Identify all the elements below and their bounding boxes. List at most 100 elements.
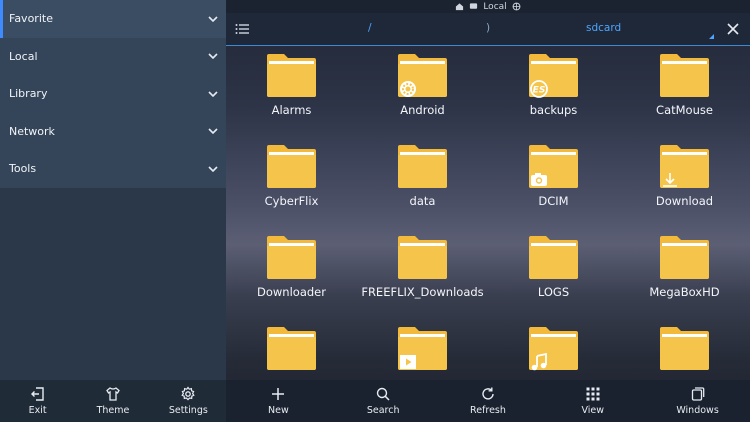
- folder-item[interactable]: FREEFLIX_Downloads: [357, 228, 488, 319]
- download-icon: [661, 171, 679, 189]
- sidebar-item-network[interactable]: Network: [0, 112, 226, 150]
- sidebar-item-label: Tools: [9, 162, 37, 176]
- view-label: View: [581, 405, 605, 416]
- search-label: Search: [366, 405, 400, 416]
- refresh-label: Refresh: [470, 405, 506, 416]
- theme-button[interactable]: Theme: [78, 386, 148, 416]
- settings-button[interactable]: Settings: [153, 386, 223, 416]
- folder-item[interactable]: Downloader: [226, 228, 357, 319]
- folder-item[interactable]: CyberFlix: [226, 137, 357, 228]
- windows-label: Windows: [676, 405, 719, 416]
- sidebar-item-label: Favorite: [9, 12, 53, 26]
- folder-item[interactable]: DCIM: [488, 137, 619, 228]
- plus-icon: [272, 388, 285, 400]
- folder-item[interactable]: Download: [619, 137, 750, 228]
- folder-item[interactable]: data: [357, 137, 488, 228]
- chevron-down-icon: [207, 163, 218, 174]
- gear-icon: [399, 80, 417, 98]
- folder-item[interactable]: Android: [357, 46, 488, 137]
- theme-label: Theme: [96, 405, 130, 416]
- path-segment-root[interactable]: /: [368, 22, 372, 34]
- sidebar-item-label: Network: [9, 124, 55, 138]
- folder-icon: ES: [528, 53, 579, 98]
- folder-icon: [397, 53, 448, 98]
- chat-icon: [470, 3, 478, 9]
- exit-button[interactable]: Exit: [3, 386, 73, 416]
- folder-name: backups: [529, 103, 578, 117]
- folder-name: CatMouse: [656, 103, 713, 117]
- folder-icon: [266, 53, 317, 98]
- folder-icon: [659, 235, 710, 280]
- es-logo-icon: ES: [530, 80, 548, 98]
- sidebar-item-label: Library: [9, 87, 48, 101]
- windows-button[interactable]: Windows: [648, 386, 748, 416]
- new-button[interactable]: New: [228, 386, 328, 416]
- folder-icon: [528, 235, 579, 280]
- sidebar-item-label: Local: [9, 49, 38, 63]
- settings-label: Settings: [168, 405, 208, 416]
- windows-icon: [691, 387, 704, 401]
- video-icon: [399, 353, 417, 371]
- chevron-down-icon: [207, 88, 218, 99]
- path-bar: / ) sdcard: [226, 13, 750, 46]
- new-label: New: [268, 405, 289, 416]
- folder-item[interactable]: MegaBoxHD: [619, 228, 750, 319]
- folder-icon: [266, 235, 317, 280]
- folder-icon: [266, 144, 317, 189]
- sidebar-item-tools[interactable]: Tools: [0, 150, 226, 188]
- folder-name: Downloader: [257, 285, 326, 299]
- chevron-down-icon: [207, 13, 218, 24]
- folder-name: DCIM: [538, 194, 569, 208]
- sidebar: Favorite Local Library Network Tools Exi…: [0, 0, 226, 422]
- view-button[interactable]: View: [543, 386, 643, 416]
- folder-icon: [397, 235, 448, 280]
- music-icon: [530, 352, 548, 371]
- exit-label: Exit: [28, 405, 47, 416]
- bottom-toolbar: New Search Refresh View Windows: [226, 380, 750, 422]
- camera-icon: [530, 171, 548, 189]
- sidebar-item-favorite[interactable]: Favorite: [0, 0, 226, 38]
- home-icon: [456, 3, 464, 11]
- folder-icon: [659, 144, 710, 189]
- folder-name: MegaBoxHD: [649, 285, 720, 299]
- search-button[interactable]: Search: [333, 386, 433, 416]
- chevron-down-icon: [207, 126, 218, 137]
- folder-icon: [266, 326, 317, 371]
- shirt-icon: [106, 387, 120, 401]
- file-browser-panel: Local / ) sdcard Alarms Android ES backups C…: [226, 0, 750, 422]
- folder-icon: [397, 326, 448, 371]
- folder-name: LOGS: [537, 285, 570, 299]
- sidebar-item-library[interactable]: Library: [0, 75, 226, 113]
- folder-icon: [528, 144, 579, 189]
- folder-icon: [397, 144, 448, 189]
- folder-icon: [659, 326, 710, 371]
- folder-icon: [659, 53, 710, 98]
- folder-icon: [528, 326, 579, 371]
- path-segment-current[interactable]: sdcard: [586, 22, 621, 34]
- grid-view-icon: [586, 387, 600, 401]
- globe-icon: [512, 2, 521, 11]
- list-menu-icon[interactable]: [235, 23, 249, 35]
- folder-item[interactable]: Alarms: [226, 46, 357, 137]
- folder-name: FREEFLIX_Downloads: [361, 285, 484, 299]
- folder-item[interactable]: LOGS: [488, 228, 619, 319]
- close-icon[interactable]: [726, 22, 740, 36]
- refresh-button[interactable]: Refresh: [438, 386, 538, 416]
- sidebar-item-local[interactable]: Local: [0, 37, 226, 75]
- svg-text:ES: ES: [533, 86, 546, 96]
- folder-item[interactable]: ES backups: [488, 46, 619, 137]
- path-separator: ): [486, 22, 491, 34]
- sidebar-empty-area: [0, 188, 226, 380]
- refresh-icon: [482, 387, 494, 400]
- exit-icon: [30, 387, 44, 401]
- folder-name: data: [409, 194, 436, 208]
- path-dropdown-indicator: [709, 34, 714, 39]
- status-title: Local: [483, 1, 507, 12]
- search-icon: [376, 387, 390, 401]
- folder-item[interactable]: CatMouse: [619, 46, 750, 137]
- sidebar-bottom-bar: Exit Theme Settings: [0, 380, 226, 422]
- gear-icon: [181, 386, 196, 401]
- chevron-down-icon: [207, 51, 218, 62]
- folder-name: Alarms: [271, 103, 312, 117]
- status-bar: Local: [226, 0, 750, 13]
